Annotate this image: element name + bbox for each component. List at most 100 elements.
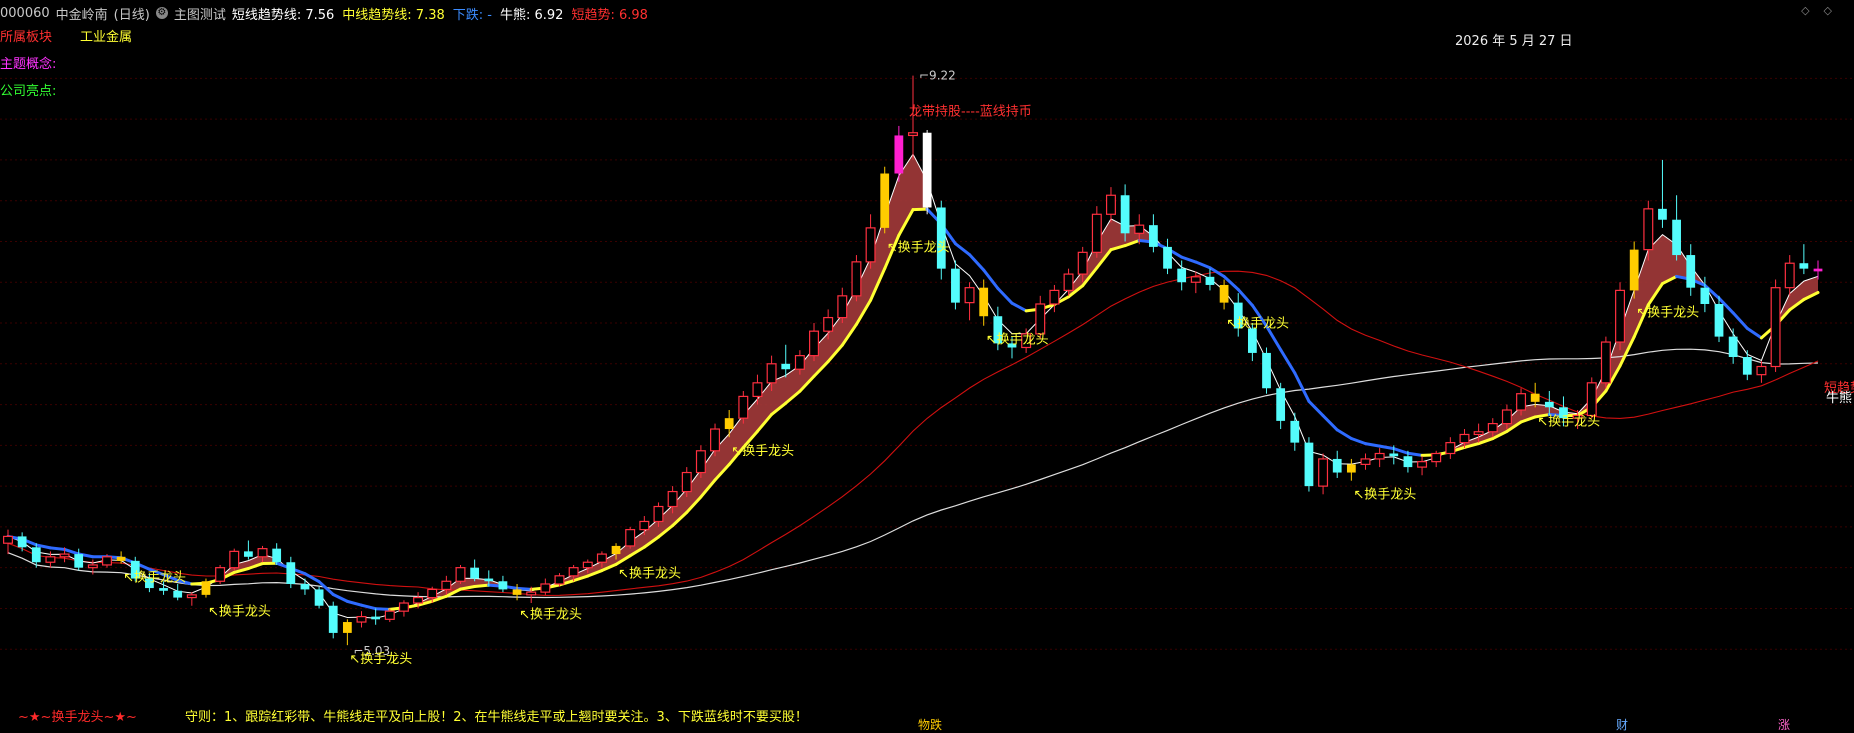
candle-body [4, 536, 13, 543]
candle-body [1050, 290, 1059, 304]
mid-trend-segment [1281, 350, 1295, 373]
mid-trend-segment [1408, 453, 1422, 455]
candle-body [470, 568, 479, 579]
candle-body [626, 530, 635, 546]
candle-body [187, 595, 196, 598]
candle-body [1347, 464, 1356, 472]
candle-body [1587, 383, 1596, 416]
candle-body [1814, 269, 1823, 272]
mid-trend-segment [376, 609, 390, 610]
candle-body [329, 606, 338, 633]
stock-name[interactable]: 中金岭南 [56, 4, 108, 23]
candle-body [301, 584, 310, 589]
candle-body [951, 269, 960, 303]
candle-body [1163, 247, 1172, 269]
mid-trend-segment [65, 549, 79, 554]
candle-body [1319, 459, 1328, 486]
candle-body [173, 591, 182, 598]
candle-body [1616, 290, 1625, 342]
candle-body [640, 521, 649, 529]
candle-body [1743, 357, 1752, 375]
concept-label: 主题概念: [0, 53, 56, 72]
candle-body [74, 554, 83, 568]
signal-label: ↖换手龙头 [1353, 488, 1416, 503]
mid-trend-segment [1733, 313, 1747, 328]
candle-body [499, 581, 508, 589]
candle-body [1418, 462, 1427, 467]
mid-trend-segment [1394, 449, 1408, 454]
candle-body [484, 579, 493, 582]
candle-body [1121, 195, 1130, 233]
candle-body [612, 546, 621, 554]
signal-label: ↖换手龙头 [1537, 414, 1600, 429]
signal-label: ↖换手龙头 [1226, 316, 1289, 331]
candle-body [1064, 274, 1073, 290]
signal-label: ↖换手龙头 [986, 333, 1049, 348]
candle-body [385, 611, 394, 619]
candle-body [1630, 250, 1639, 291]
mid-trend-segment [347, 601, 361, 605]
candle-body [18, 536, 27, 547]
header-item-1: 中线趋势线: 7.38 [342, 4, 444, 23]
mid-trend-segment [955, 244, 969, 255]
mid-trend-segment [984, 270, 998, 288]
window-controls[interactable]: ◇◇ [1801, 4, 1846, 17]
candle-body [1517, 394, 1526, 410]
candle-body [1700, 288, 1709, 304]
candle-body [937, 207, 946, 268]
chart-period[interactable]: (日线) [114, 4, 150, 23]
candle-body [414, 598, 423, 603]
candle-body [1757, 367, 1766, 375]
candle-body [866, 228, 875, 262]
candle-body [88, 565, 97, 568]
candle-body [781, 364, 790, 369]
candle-body [1206, 277, 1215, 285]
high-price-label: ⌐9.22 [919, 69, 956, 83]
candle-body [555, 576, 564, 584]
dragon-banner: ~★~换手龙头~★~ [18, 706, 137, 725]
bottom-mark-1: 物跌 [918, 716, 942, 733]
short-trendline [8, 154, 1818, 618]
candle-body [697, 451, 706, 473]
signal-label: ↖换手龙头 [731, 444, 794, 459]
sector-value[interactable]: 工业金属 [80, 26, 132, 45]
candle-body [456, 568, 465, 582]
candle-body [1799, 263, 1808, 268]
indicator-name[interactable]: 主图测试 [174, 4, 226, 23]
candle-body [216, 568, 225, 582]
candle-body [400, 603, 409, 611]
candle-body [1220, 285, 1229, 303]
candle-body [1602, 342, 1611, 383]
price-chart[interactable]: ⌐9.22⌐5.03龙带持股----蓝线持币↖换手龙头↖换手龙头↖换手龙头↖换手… [0, 0, 1854, 729]
candle-body [286, 562, 295, 584]
mid-trend-segment [1380, 446, 1394, 449]
candle-body [258, 549, 267, 557]
candle-body [1404, 456, 1413, 467]
signal-label: ↖换手龙头 [887, 240, 950, 255]
candle-body [767, 364, 776, 383]
candle-body [103, 557, 112, 565]
signal-label: ↖换手龙头 [1636, 306, 1699, 321]
short-trend-line [8, 271, 1818, 595]
mid-trend-segment [1337, 430, 1351, 439]
candle-body [1135, 225, 1144, 233]
candle-body [1672, 220, 1681, 255]
candle-body [909, 133, 918, 136]
mid-trend-segment [1366, 444, 1380, 446]
candle-body [1305, 443, 1314, 486]
settings-icon[interactable]: ⚙ [156, 7, 168, 19]
candle-body [1262, 353, 1271, 388]
candle-body [1092, 214, 1101, 252]
mid-trend-segment [1012, 303, 1026, 311]
candle-body [1290, 421, 1299, 443]
candle-body [1545, 402, 1554, 407]
signal-label: ↖换手龙头 [208, 605, 271, 620]
strategy-annotation: 龙带持股----蓝线持币 [909, 105, 1032, 120]
stock-code[interactable]: 000060 [0, 6, 50, 21]
candle-body [1446, 443, 1455, 454]
candle-body [1191, 277, 1200, 282]
highlight-label: 公司亮点: [0, 80, 56, 99]
sector-label: 所属板块 [0, 26, 52, 45]
header-item-2: 下跌: - [453, 4, 492, 23]
candle-body [1276, 388, 1285, 421]
